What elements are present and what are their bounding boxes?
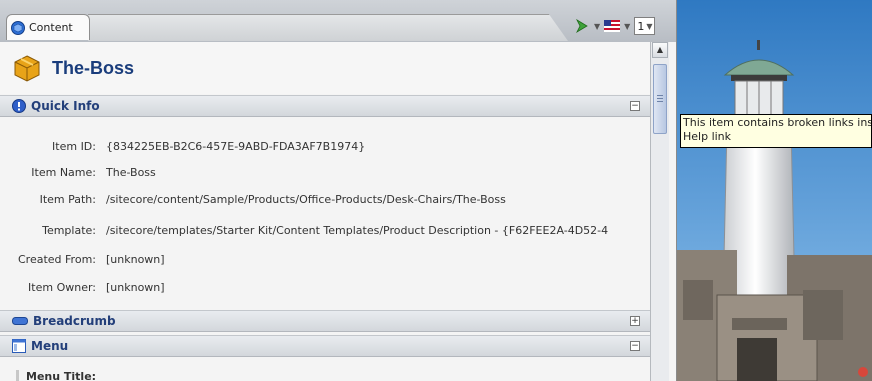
- field-created-from: Created From: [unknown]: [0, 250, 650, 268]
- section-breadcrumb[interactable]: Breadcrumb +: [0, 310, 650, 332]
- field-marker: [16, 370, 19, 381]
- chevron-down-icon[interactable]: ▼: [624, 22, 630, 31]
- section-title: Breadcrumb: [33, 314, 116, 328]
- field-label: Item Name:: [31, 165, 96, 179]
- tooltip-help-link[interactable]: Help link: [683, 130, 869, 144]
- lighthouse-image: [677, 0, 872, 381]
- field-value: The-Boss: [106, 165, 156, 179]
- menu-window-icon: [12, 339, 26, 353]
- tab-content[interactable]: Content: [6, 14, 90, 40]
- field-value: {834225EB-B2C6-457E-9ABD-FDA3AF7B1974}: [106, 139, 366, 153]
- field-item-name: Item Name: The-Boss: [0, 163, 650, 181]
- field-value: /sitecore/templates/Starter Kit/Content …: [106, 223, 609, 237]
- field-label: Template:: [42, 223, 96, 237]
- field-item-path: Item Path: /sitecore/content/Sample/Prod…: [0, 190, 650, 208]
- scroll-thumb[interactable]: [653, 64, 667, 134]
- expand-icon[interactable]: +: [630, 316, 640, 326]
- chevron-down-icon: ▼: [646, 21, 653, 31]
- field-value: /sitecore/content/Sample/Products/Office…: [106, 192, 506, 206]
- tab-bar-background: [88, 14, 568, 41]
- grip-line: [657, 98, 663, 99]
- section-menu[interactable]: Menu −: [0, 335, 650, 357]
- toolbar-right: ▼ ▼ 1 ▼: [574, 14, 656, 38]
- tab-content-label: Content: [29, 21, 73, 34]
- grip-line: [657, 101, 663, 102]
- preview-image: [677, 0, 872, 381]
- version-number: 1: [637, 19, 645, 33]
- package-icon: [14, 55, 40, 82]
- field-label: Item Owner:: [28, 280, 96, 294]
- breadcrumb-bar-icon: [12, 317, 28, 325]
- field-item-owner: Item Owner: [unknown]: [0, 278, 650, 296]
- info-icon: [12, 99, 26, 113]
- grip-line: [657, 95, 663, 96]
- field-template: Template: /sitecore/templates/Starter Ki…: [0, 221, 650, 239]
- scroll-up-icon[interactable]: ▲: [652, 42, 668, 58]
- section-title: Menu: [31, 339, 69, 353]
- content-cube-icon: [11, 20, 25, 35]
- field-value: [unknown]: [106, 252, 165, 266]
- item-header: The-Boss: [0, 42, 650, 94]
- field-value: [unknown]: [106, 280, 165, 294]
- collapse-icon[interactable]: −: [630, 341, 640, 351]
- item-title: The-Boss: [52, 57, 135, 78]
- broken-links-tooltip: This item contains broken links ins Help…: [680, 114, 872, 148]
- menu-title-label: Menu Title:: [26, 370, 97, 381]
- vertical-scrollbar[interactable]: ▲: [650, 42, 669, 381]
- language-flag-icon[interactable]: [604, 20, 621, 32]
- tab-strip: Content ▼ ▼ 1 ▼: [0, 0, 676, 42]
- collapse-icon[interactable]: −: [630, 101, 640, 111]
- field-item-id: Item ID: {834225EB-B2C6-457E-9ABD-FDA3AF…: [0, 137, 650, 155]
- field-label: Item ID:: [52, 139, 96, 153]
- field-label: Item Path:: [39, 192, 96, 206]
- navigate-arrow-icon[interactable]: [574, 18, 590, 34]
- tooltip-line: This item contains broken links ins: [683, 116, 872, 129]
- field-label: Created From:: [18, 252, 96, 266]
- section-quick-info[interactable]: Quick Info −: [0, 95, 650, 117]
- chevron-down-icon[interactable]: ▼: [594, 22, 600, 31]
- section-title: Quick Info: [31, 99, 100, 113]
- version-selector[interactable]: 1 ▼: [634, 17, 656, 35]
- content-editor: Content ▼ ▼ 1 ▼ The-Boss Quick Info − It…: [0, 0, 677, 381]
